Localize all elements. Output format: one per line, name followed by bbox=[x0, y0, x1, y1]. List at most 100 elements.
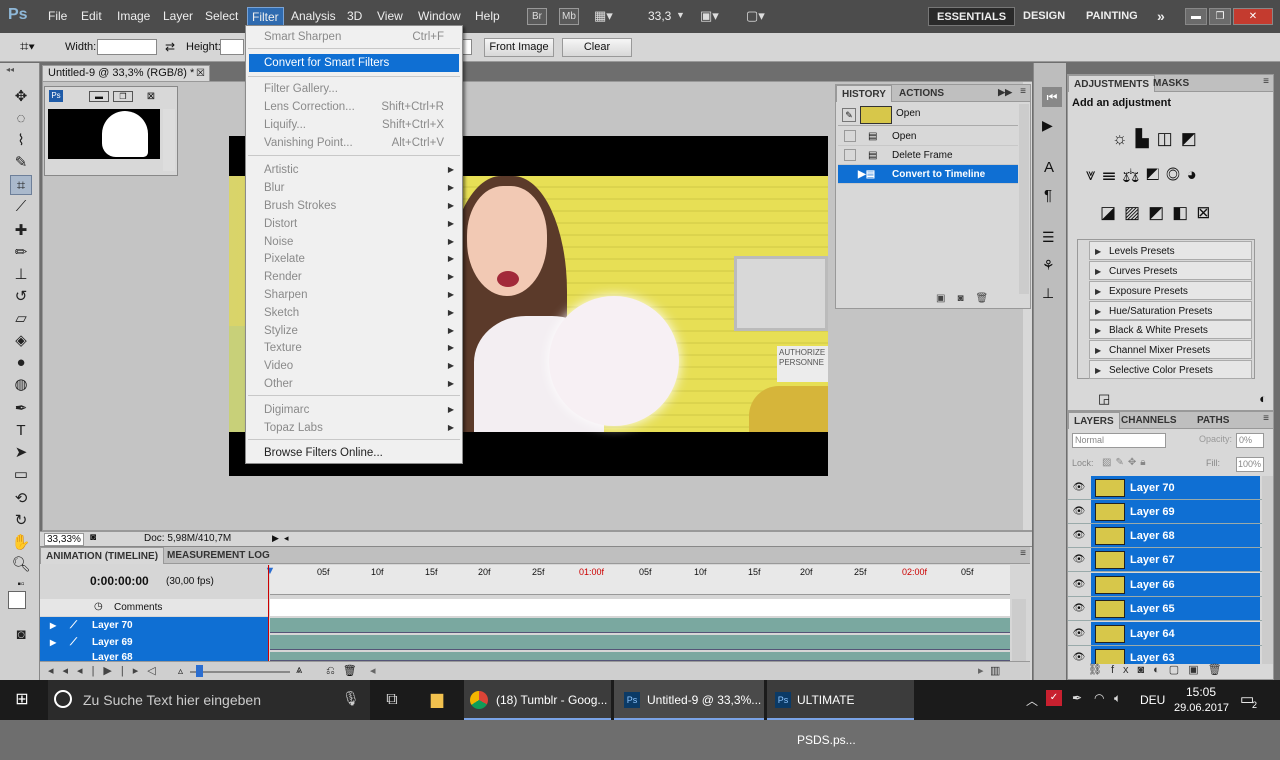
visibility-eye-icon[interactable]: 👁︎ bbox=[1072, 627, 1086, 641]
layer-row[interactable]: 👁︎ Layer 68 bbox=[1068, 524, 1262, 548]
history-brush-tool-icon[interactable]: ↺ bbox=[10, 287, 32, 307]
menu-select[interactable]: Select bbox=[205, 9, 238, 23]
bridge-button[interactable]: Br bbox=[527, 8, 547, 25]
width-input[interactable] bbox=[97, 39, 157, 55]
tab-actions[interactable]: ACTIONS bbox=[894, 85, 949, 102]
healing-brush-tool-icon[interactable]: ✚ bbox=[10, 221, 32, 241]
playback-controls-icon[interactable]: ◂◂◂|▶|▸◁ bbox=[48, 664, 165, 677]
fill-input[interactable]: 100% bbox=[1236, 457, 1264, 472]
paragraph-panel-icon[interactable]: ¶ bbox=[1044, 187, 1052, 204]
menu-item-noise[interactable]: Noise ▶ bbox=[246, 233, 462, 251]
menu-edit[interactable]: Edit bbox=[81, 9, 102, 23]
menu-item-topaz-labs[interactable]: Topaz Labs ▶ bbox=[246, 419, 462, 437]
panel-menu-icon[interactable]: ≡ bbox=[1263, 413, 1269, 424]
panel-menu-icon[interactable]: ≡ bbox=[1020, 548, 1026, 559]
layer-track[interactable] bbox=[270, 635, 1010, 650]
pen-tool-icon[interactable]: ✒ bbox=[10, 399, 32, 419]
chevron-up-icon[interactable]: ︿ bbox=[1026, 692, 1038, 709]
task-view-icon[interactable]: ⧉ bbox=[380, 688, 404, 712]
preset-curves[interactable]: Curves Presets bbox=[1089, 261, 1252, 281]
foreground-color-swatch[interactable] bbox=[8, 591, 26, 609]
lasso-tool-icon[interactable]: ⌇ bbox=[10, 131, 32, 151]
menu-item-digimarc[interactable]: Digimarc ▶ bbox=[246, 401, 462, 419]
tool-presets-icon[interactable]: ⊥ bbox=[1042, 285, 1054, 302]
arrange-documents-icon[interactable]: ▣▾ bbox=[700, 8, 719, 24]
scroll-left-icon[interactable]: ◂ bbox=[370, 664, 376, 677]
status-menu-icon[interactable]: ▶ bbox=[272, 533, 279, 544]
menu-help[interactable]: Help bbox=[475, 9, 500, 23]
menu-item-distort[interactable]: Distort ▶ bbox=[246, 215, 462, 233]
scroll-right-icon[interactable]: ▸ bbox=[978, 664, 984, 677]
layer-row[interactable]: 👁︎ Layer 67 bbox=[1068, 548, 1262, 572]
visibility-eye-icon[interactable]: 👁︎ bbox=[1072, 481, 1086, 495]
quick-select-tool-icon[interactable]: ✎ bbox=[10, 153, 32, 173]
history-footer-icons[interactable]: ▣◙🗑︎ bbox=[936, 293, 1026, 307]
menu-item-artistic[interactable]: Artistic ▶ bbox=[246, 161, 462, 179]
workspace-essentials[interactable]: ESSENTIALS bbox=[928, 7, 1016, 26]
adjustment-icons-row1[interactable]: ☼▙◫◩ bbox=[1112, 129, 1205, 149]
collapse-icon[interactable]: ◂◂ bbox=[6, 65, 14, 74]
tab-layers[interactable]: LAYERS bbox=[1068, 412, 1120, 429]
timeline-scrollbar[interactable] bbox=[1012, 599, 1026, 661]
layers-scrollbar[interactable] bbox=[1262, 476, 1273, 664]
zoom-in-icon[interactable]: ⩓ bbox=[296, 664, 302, 677]
menu-item-stylize[interactable]: Stylize ▶ bbox=[246, 322, 462, 340]
layer-row[interactable]: 👁︎ Layer 69 bbox=[1068, 500, 1262, 524]
taskbar-app-photoshop-2[interactable]: Ps ULTIMATE PSDS.ps... bbox=[767, 680, 914, 747]
rectangle-tool-icon[interactable]: ▭ bbox=[10, 465, 32, 485]
adjustment-icons-row3[interactable]: ◪▨◩◧⊠ bbox=[1100, 203, 1219, 223]
preset-exposure[interactable]: Exposure Presets bbox=[1089, 281, 1252, 301]
menu-item-vanishing-point[interactable]: Vanishing Point... Alt+Ctrl+V bbox=[246, 134, 462, 152]
adjustment-icons-row2[interactable]: ⩔☰⚖◩◎◕ bbox=[1086, 165, 1204, 185]
zoom-out-icon[interactable]: ▵ bbox=[178, 666, 183, 677]
tab-paths[interactable]: PATHS bbox=[1192, 412, 1234, 429]
navigator-scrollbar[interactable] bbox=[163, 109, 175, 171]
history-step-open[interactable]: ▤ Open bbox=[838, 127, 1018, 146]
visibility-eye-icon[interactable]: 👁︎ bbox=[1072, 505, 1086, 519]
tab-history[interactable]: HISTORY bbox=[836, 85, 892, 102]
preset-selective-color[interactable]: Selective Color Presets bbox=[1089, 360, 1252, 380]
tab-channels[interactable]: CHANNELS bbox=[1116, 412, 1182, 429]
clear-button[interactable]: Clear bbox=[562, 38, 632, 57]
timeline-layer-row[interactable]: ▶ ⟋ Layer 70 bbox=[40, 617, 268, 634]
brush-tool-icon[interactable]: ✏ bbox=[10, 243, 32, 263]
tab-masks[interactable]: MASKS bbox=[1148, 75, 1194, 92]
preset-channel-mixer[interactable]: Channel Mixer Presets bbox=[1089, 340, 1252, 360]
close-icon[interactable]: ⊠ bbox=[141, 91, 161, 102]
taskbar-app-photoshop[interactable]: Ps Untitled-9 @ 33,3%... bbox=[614, 680, 764, 720]
extras-icon[interactable]: ▦▾ bbox=[594, 8, 620, 24]
timeline-options-icon[interactable]: ▥ bbox=[990, 664, 1000, 677]
status-icon[interactable]: ◙ bbox=[90, 532, 96, 543]
layer-row[interactable]: 👁︎ Layer 65 bbox=[1068, 597, 1262, 621]
menu-item-pixelate[interactable]: Pixelate ▶ bbox=[246, 250, 462, 268]
paint-bucket-tool-icon[interactable]: ◈ bbox=[10, 331, 32, 351]
history-step-delete-frame[interactable]: ▤ Delete Frame bbox=[838, 146, 1018, 165]
convert-frame-icon[interactable]: ⎌🗑︎ bbox=[326, 664, 365, 678]
antivirus-icon[interactable]: ✓ bbox=[1046, 690, 1062, 706]
visibility-eye-icon[interactable]: 👁︎ bbox=[1072, 529, 1086, 543]
brush-source-icon[interactable]: ✎ bbox=[842, 108, 856, 122]
expand-icon[interactable]: ▶ bbox=[50, 617, 56, 634]
history-step-convert-timeline[interactable]: ▶▤ Convert to Timeline bbox=[838, 165, 1018, 184]
checkbox[interactable] bbox=[844, 130, 856, 142]
menu-item-browse-filters-online[interactable]: Browse Filters Online... bbox=[246, 444, 462, 462]
visibility-eye-icon[interactable]: 👁︎ bbox=[1072, 553, 1086, 567]
visibility-eye-icon[interactable]: 👁︎ bbox=[1072, 651, 1086, 664]
menu-item-liquify[interactable]: Liquify... Shift+Ctrl+X bbox=[246, 116, 462, 134]
minimize-icon[interactable]: ▬ bbox=[89, 91, 109, 102]
clock-time[interactable]: 15:05 bbox=[1186, 685, 1216, 699]
panel-menu-icon[interactable]: ≡ bbox=[1020, 86, 1026, 97]
zoom-input[interactable]: 33,33% bbox=[44, 533, 84, 546]
preset-black-white[interactable]: Black & White Presets bbox=[1089, 320, 1252, 340]
hand-tool-icon[interactable]: ✋ bbox=[10, 533, 32, 553]
pen-icon[interactable]: ✒ bbox=[1072, 691, 1082, 705]
history-scrollbar[interactable] bbox=[1019, 104, 1029, 294]
layer-footer-icons[interactable]: ⛓fx◙◐▢▣🗑︎ bbox=[1088, 663, 1231, 676]
quick-mask-icon[interactable]: ◙ bbox=[10, 625, 32, 645]
screen-mode-icon[interactable]: ▢▾ bbox=[746, 8, 765, 24]
menu-3d[interactable]: 3D bbox=[347, 9, 362, 23]
crop-tool-icon[interactable]: ⌗▾ bbox=[20, 38, 35, 55]
workspace-painting[interactable]: PAINTING bbox=[1086, 7, 1138, 26]
tab-measurement-log[interactable]: MEASUREMENT LOG bbox=[162, 547, 275, 564]
zoom-slider-track[interactable] bbox=[190, 671, 290, 673]
